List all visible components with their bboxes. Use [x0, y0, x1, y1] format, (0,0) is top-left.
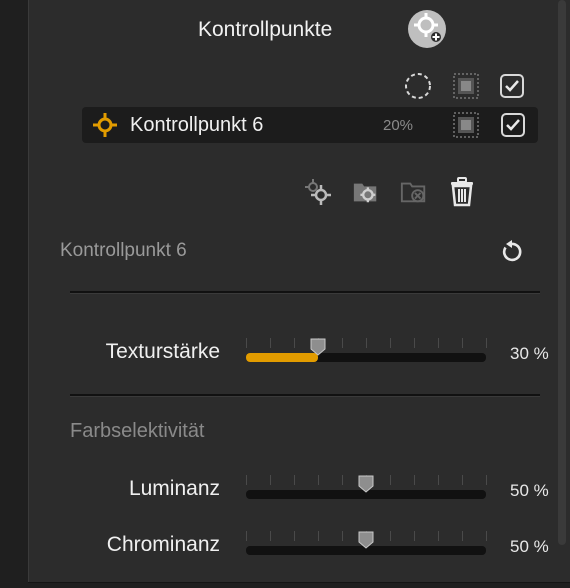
- slider-tick: [438, 475, 439, 485]
- slider-tick: [318, 475, 319, 485]
- slider-tick: [342, 338, 343, 348]
- slider-tick: [246, 475, 247, 485]
- slider-tick: [294, 338, 295, 348]
- slider-thumb[interactable]: [310, 338, 326, 356]
- control-point-row[interactable]: Kontrollpunkt 6 20%: [82, 107, 538, 143]
- panel-title: Kontrollpunkte: [198, 18, 333, 41]
- control-point-enable-checkbox[interactable]: [501, 113, 525, 137]
- slider-tick: [438, 338, 439, 348]
- slider-tick: [414, 338, 415, 348]
- slider-tick: [342, 475, 343, 485]
- slider-tick: [390, 531, 391, 541]
- slider-thumb[interactable]: [358, 531, 374, 549]
- mask-icon[interactable]: [452, 72, 480, 100]
- add-control-point-button[interactable]: [408, 10, 446, 48]
- chrominance-value: 50 %: [510, 537, 549, 556]
- control-point-name: Kontrollpunkt 6: [130, 114, 264, 136]
- slider-tick: [270, 531, 271, 541]
- chrominance-slider[interactable]: [246, 531, 487, 557]
- texture-slider[interactable]: [246, 338, 487, 364]
- color-selectivity-title: Farbselektivität: [70, 420, 205, 442]
- slider-tick: [486, 475, 487, 485]
- target-plus-icon: [412, 12, 442, 47]
- divider: [70, 291, 540, 294]
- slider-tick: [366, 338, 367, 348]
- slider-tick: [414, 475, 415, 485]
- slider-fill: [246, 353, 318, 362]
- nik-control-panel: Kontrollpunkte Kontrollpunkt 6 20% Kontr…: [0, 0, 570, 588]
- slider-thumb[interactable]: [358, 475, 374, 493]
- slider-tick: [462, 531, 463, 541]
- bottom-edge: [28, 582, 570, 588]
- header-icons: [404, 72, 524, 100]
- group-folder-icon[interactable]: [352, 178, 380, 206]
- checkbox-icon[interactable]: [500, 74, 524, 98]
- trash-icon[interactable]: [448, 177, 476, 207]
- slider-tick: [294, 475, 295, 485]
- control-point-tools: [304, 177, 476, 207]
- divider: [70, 394, 540, 397]
- slider-track[interactable]: [246, 353, 486, 362]
- reset-icon: [499, 239, 523, 269]
- slider-tick: [270, 475, 271, 485]
- texture-label: Texturstärke: [105, 340, 220, 363]
- slider-tick: [486, 531, 487, 541]
- dashed-circle-icon[interactable]: [404, 72, 432, 100]
- slider-tick: [270, 338, 271, 348]
- slider-tick: [390, 338, 391, 348]
- reset-button[interactable]: [497, 239, 525, 269]
- control-point-icon: [92, 112, 118, 143]
- slider-tick: [246, 531, 247, 541]
- mask-icon[interactable]: [452, 111, 480, 144]
- slider-tick: [462, 338, 463, 348]
- slider-tick: [390, 475, 391, 485]
- slider-tick: [318, 531, 319, 541]
- duplicate-point-icon[interactable]: [304, 178, 332, 206]
- control-point-opacity[interactable]: 20%: [383, 117, 413, 134]
- luminance-value: 50 %: [510, 481, 549, 500]
- texture-value: 30 %: [510, 344, 549, 363]
- slider-tick: [486, 338, 487, 348]
- slider-tick: [462, 475, 463, 485]
- luminance-slider[interactable]: [246, 475, 487, 501]
- scrollbar[interactable]: [558, 0, 566, 545]
- luminance-label: Luminanz: [128, 477, 220, 500]
- chrominance-label: Chrominanz: [106, 533, 220, 556]
- slider-tick: [246, 338, 247, 348]
- ungroup-folder-icon[interactable]: [400, 178, 428, 206]
- slider-tick: [294, 531, 295, 541]
- section-title: Kontrollpunkt 6: [60, 240, 187, 261]
- slider-tick: [414, 531, 415, 541]
- slider-tick: [342, 531, 343, 541]
- slider-tick: [438, 531, 439, 541]
